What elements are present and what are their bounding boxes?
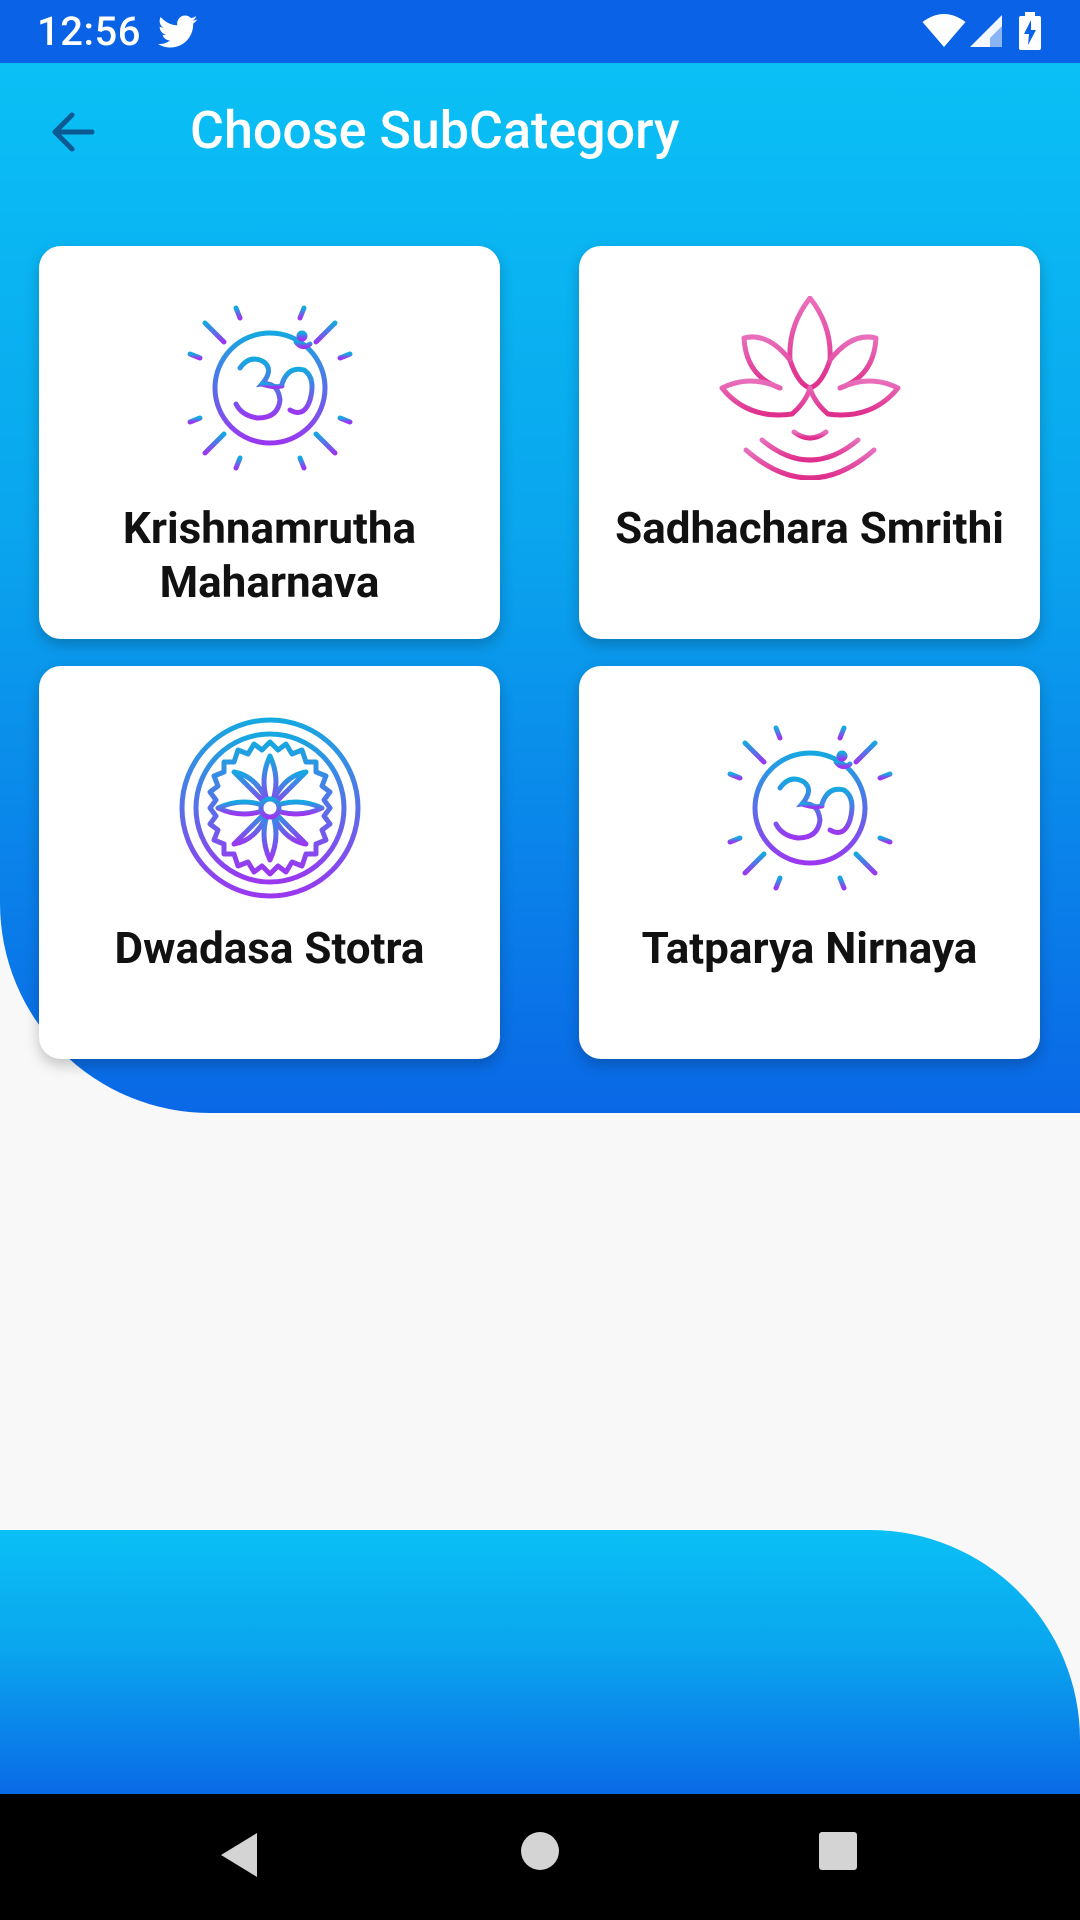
screen: 12:56 Choose SubCategory Krishnamrutha M… <box>0 0 1080 1920</box>
subcategory-label: Dwadasa Stotra <box>114 922 425 974</box>
status-time: 12:56 <box>37 8 141 55</box>
nav-home-icon[interactable] <box>519 1830 561 1872</box>
nav-recents-icon[interactable] <box>817 1830 859 1872</box>
footer-background <box>0 1530 1080 1800</box>
subcategory-card-sadhachara-smrithi[interactable]: Sadhachara Smrithi <box>579 246 1040 639</box>
mandala-chakra-icon <box>179 717 361 899</box>
subcategory-card-krishnamrutha-maharnava[interactable]: Krishnamrutha Maharnava <box>39 246 500 639</box>
wifi-icon <box>922 14 966 47</box>
om-sun-icon <box>178 296 362 480</box>
subcategory-label: Tatparya Nirnaya <box>641 922 978 974</box>
subcategory-card-tatparya-nirnaya[interactable]: Tatparya Nirnaya <box>579 666 1040 1059</box>
lotus-icon <box>719 296 901 480</box>
subcategory-card-dwadasa-stotra[interactable]: Dwadasa Stotra <box>39 666 500 1059</box>
twitter-icon <box>158 15 198 48</box>
navigation-bar <box>0 1794 1080 1920</box>
subcategory-label: Krishnamrutha Maharnava <box>122 502 417 608</box>
subcategory-label: Sadhachara Smrithi <box>615 502 1004 554</box>
battery-charging-icon <box>1019 12 1041 50</box>
cell-signal-icon <box>970 15 1002 47</box>
page-title: Choose SubCategory <box>190 100 680 161</box>
arrow-back-icon[interactable] <box>42 100 106 164</box>
status-bar: 12:56 <box>0 0 1080 63</box>
nav-back-icon[interactable] <box>217 1829 261 1881</box>
om-sun-icon <box>718 716 902 900</box>
